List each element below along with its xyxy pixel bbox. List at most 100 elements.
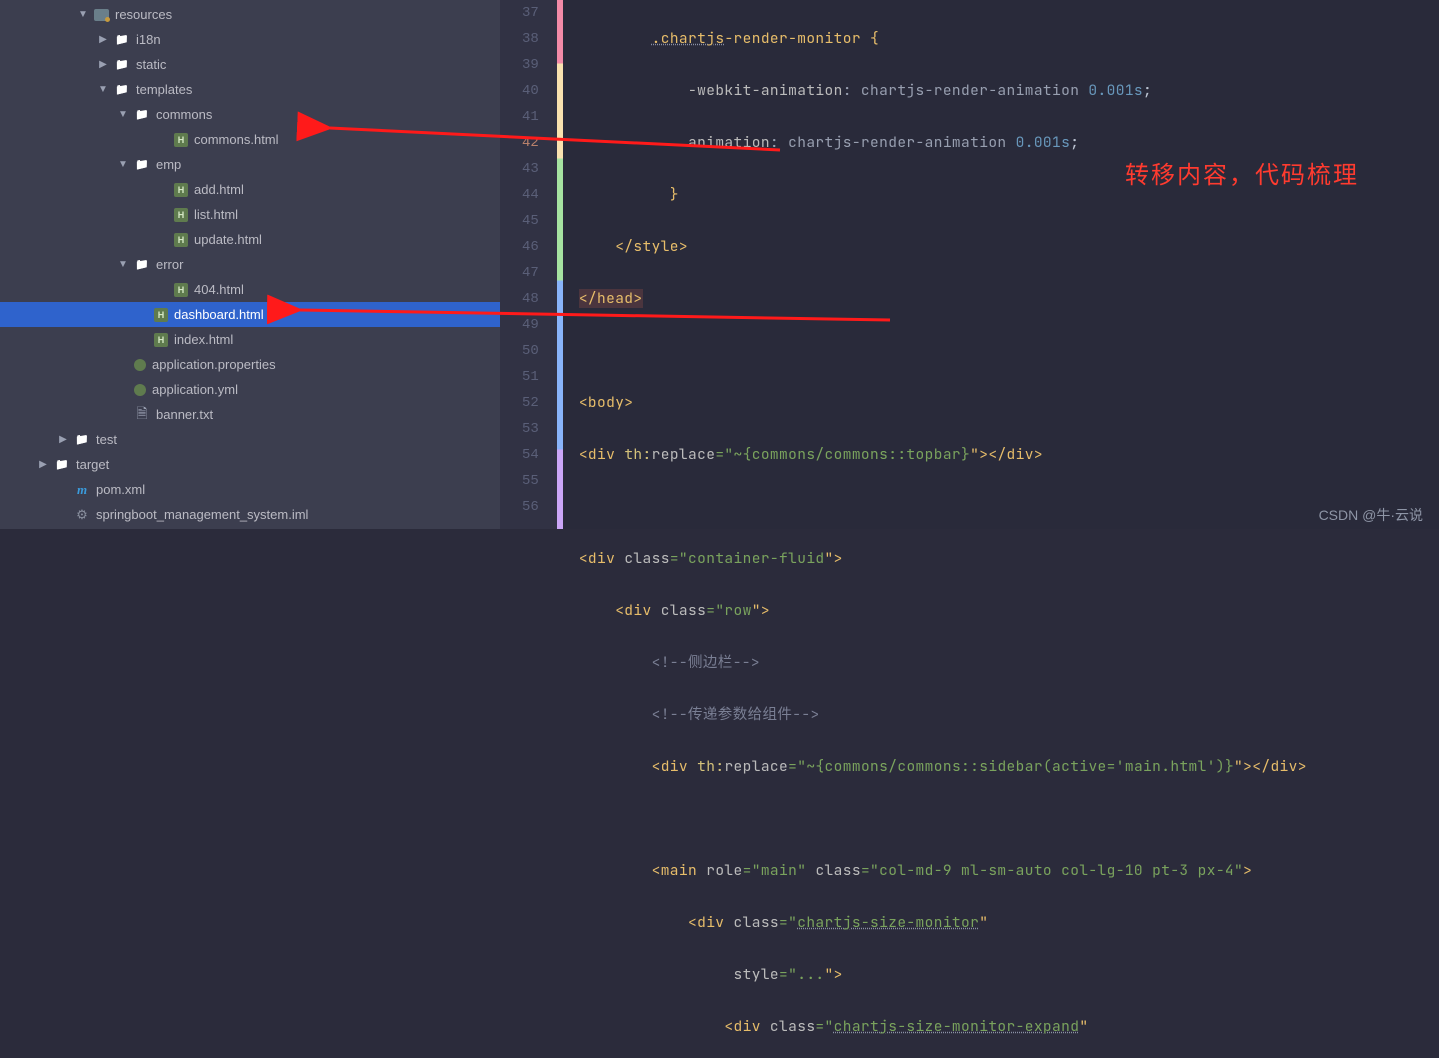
tree-item-list-html[interactable]: list.html bbox=[0, 202, 500, 227]
folder-icon bbox=[114, 32, 130, 48]
tree-item-app-props[interactable]: application.properties bbox=[0, 352, 500, 377]
code-line: style="..."> bbox=[579, 962, 1439, 988]
expand-arrow-icon[interactable] bbox=[76, 9, 90, 20]
tree-item-emp[interactable]: emp bbox=[0, 152, 500, 177]
line-number: 52 bbox=[522, 390, 539, 416]
line-number: 53 bbox=[522, 416, 539, 442]
resfolder-icon bbox=[94, 9, 109, 21]
line-number: 38 bbox=[522, 26, 539, 52]
line-number: 40 bbox=[522, 78, 539, 104]
code-line: <div th:replace="~{commons/commons::side… bbox=[579, 754, 1439, 780]
line-number: 41 bbox=[522, 104, 539, 130]
code-line bbox=[579, 806, 1439, 832]
line-number: 49 bbox=[522, 312, 539, 338]
expand-arrow-icon[interactable] bbox=[96, 34, 110, 45]
tree-item-label: commons.html bbox=[192, 132, 279, 147]
code-line: </head> bbox=[579, 286, 1439, 312]
tree-item-label: banner.txt bbox=[154, 407, 213, 422]
expand-arrow-icon[interactable] bbox=[116, 109, 130, 120]
tree-item-static[interactable]: static bbox=[0, 52, 500, 77]
tree-item-label: application.properties bbox=[150, 357, 276, 372]
line-number: 54 bbox=[522, 442, 539, 468]
folder-icon bbox=[54, 457, 70, 473]
tree-item-pom-xml[interactable]: pom.xml bbox=[0, 477, 500, 502]
tree-item-commons-html[interactable]: commons.html bbox=[0, 127, 500, 152]
line-number: 44 bbox=[522, 182, 539, 208]
code-line: -webkit-animation: chartjs-render-animat… bbox=[579, 78, 1439, 104]
tree-item-label: 404.html bbox=[192, 282, 244, 297]
tree-item-label: application.yml bbox=[150, 382, 238, 397]
expand-arrow-icon[interactable] bbox=[36, 459, 50, 470]
code-line: <body> bbox=[579, 390, 1439, 416]
html-icon bbox=[154, 308, 168, 322]
pom-icon bbox=[74, 482, 90, 498]
code-line: <div class="container-fluid"> bbox=[579, 546, 1439, 572]
expand-arrow-icon[interactable] bbox=[96, 84, 110, 95]
tree-item-dashboard-html[interactable]: dashboard.html bbox=[0, 302, 500, 327]
tree-item-update-html[interactable]: update.html bbox=[0, 227, 500, 252]
line-number: 56 bbox=[522, 494, 539, 520]
tree-item-label: commons bbox=[154, 107, 212, 122]
yml-icon bbox=[134, 384, 146, 396]
tree-item-templates[interactable]: templates bbox=[0, 77, 500, 102]
folder-icon bbox=[134, 107, 150, 123]
tree-item-i18n[interactable]: i18n bbox=[0, 27, 500, 52]
expand-arrow-icon[interactable] bbox=[116, 259, 130, 270]
html-icon bbox=[174, 183, 188, 197]
tree-item-label: static bbox=[134, 57, 166, 72]
code-area[interactable]: .chartjs-render-monitor { -webkit-animat… bbox=[563, 0, 1439, 529]
folder-icon bbox=[134, 157, 150, 173]
tree-item-label: pom.xml bbox=[94, 482, 145, 497]
tree-item-label: list.html bbox=[192, 207, 238, 222]
html-icon bbox=[154, 333, 168, 347]
props-icon bbox=[134, 359, 146, 371]
iml-icon bbox=[74, 507, 90, 523]
line-number: 39 bbox=[522, 52, 539, 78]
code-line bbox=[579, 494, 1439, 520]
txt-icon bbox=[134, 407, 150, 423]
tree-item-label: dashboard.html bbox=[172, 307, 264, 322]
code-line: <!--侧边栏--> bbox=[579, 650, 1439, 676]
code-line bbox=[579, 338, 1439, 364]
tree-item-test[interactable]: test bbox=[0, 427, 500, 452]
tree-item-app-yml[interactable]: application.yml bbox=[0, 377, 500, 402]
line-gutter: 3738394041424344454647484950515253545556 bbox=[500, 0, 557, 529]
code-line: <main role="main" class="col-md-9 ml-sm-… bbox=[579, 858, 1439, 884]
expand-arrow-icon[interactable] bbox=[56, 434, 70, 445]
folder-icon bbox=[114, 57, 130, 73]
tree-item-404-html[interactable]: 404.html bbox=[0, 277, 500, 302]
tree-item-label: resources bbox=[113, 7, 172, 22]
tree-item-label: test bbox=[94, 432, 117, 447]
tree-item-banner-txt[interactable]: banner.txt bbox=[0, 402, 500, 427]
tree-item-commons[interactable]: commons bbox=[0, 102, 500, 127]
line-number: 43 bbox=[522, 156, 539, 182]
line-number: 51 bbox=[522, 364, 539, 390]
folder-icon bbox=[134, 257, 150, 273]
tree-item-add-html[interactable]: add.html bbox=[0, 177, 500, 202]
html-icon bbox=[174, 133, 188, 147]
line-number: 50 bbox=[522, 338, 539, 364]
folder-icon bbox=[74, 432, 90, 448]
line-number: 48 bbox=[522, 286, 539, 312]
line-number: 45 bbox=[522, 208, 539, 234]
tree-item-label: templates bbox=[134, 82, 192, 97]
line-number: 46 bbox=[522, 234, 539, 260]
tree-item-iml[interactable]: springboot_management_system.iml bbox=[0, 502, 500, 527]
code-line: <div th:replace="~{commons/commons::topb… bbox=[579, 442, 1439, 468]
tree-item-index-html[interactable]: index.html bbox=[0, 327, 500, 352]
tree-item-error[interactable]: error bbox=[0, 252, 500, 277]
tree-item-label: emp bbox=[154, 157, 181, 172]
tree-item-target[interactable]: target bbox=[0, 452, 500, 477]
expand-arrow-icon[interactable] bbox=[116, 159, 130, 170]
tree-item-resources[interactable]: resources bbox=[0, 2, 500, 27]
tree-item-label: error bbox=[154, 257, 183, 272]
html-icon bbox=[174, 208, 188, 222]
tree-item-label: update.html bbox=[192, 232, 262, 247]
watermark: CSDN @牛·云说 bbox=[1319, 505, 1423, 525]
line-number: 47 bbox=[522, 260, 539, 286]
expand-arrow-icon[interactable] bbox=[96, 59, 110, 70]
tree-item-label: target bbox=[74, 457, 109, 472]
line-number: 55 bbox=[522, 468, 539, 494]
code-editor[interactable]: 3738394041424344454647484950515253545556… bbox=[500, 0, 1439, 529]
project-tree[interactable]: resources i18n static templates commons commo… bbox=[0, 0, 500, 529]
